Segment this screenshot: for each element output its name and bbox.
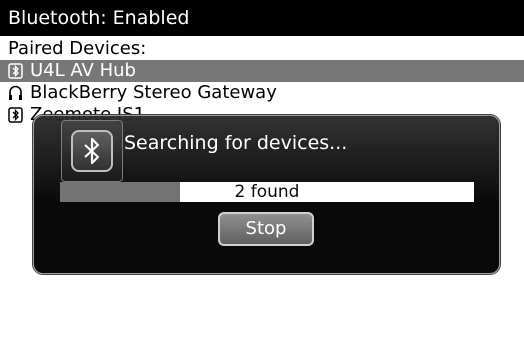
searching-dialog: Searching for devices... 2 found Stop [33,115,500,274]
headphones-icon [8,85,23,101]
bluetooth-device-icon [8,107,23,123]
device-row-u4l-av-hub[interactable]: U4L AV Hub [0,60,524,82]
dialog-message: Searching for devices... [124,132,348,154]
bluetooth-device-icon [8,63,23,79]
paired-devices-label: Paired Devices: [8,38,147,59]
bluetooth-icon [61,120,123,182]
bluetooth-screen: Bluetooth: Enabled Paired Devices: U4L A… [0,0,524,354]
stop-button[interactable]: Stop [218,212,314,246]
progress-bar: 2 found [60,182,474,202]
title-bar: Bluetooth: Enabled [0,0,524,36]
progress-text: 2 found [234,182,300,202]
device-name: U4L AV Hub [30,60,136,81]
device-row-blackberry-stereo-gateway[interactable]: BlackBerry Stereo Gateway [0,82,524,104]
device-name: BlackBerry Stereo Gateway [30,82,277,103]
